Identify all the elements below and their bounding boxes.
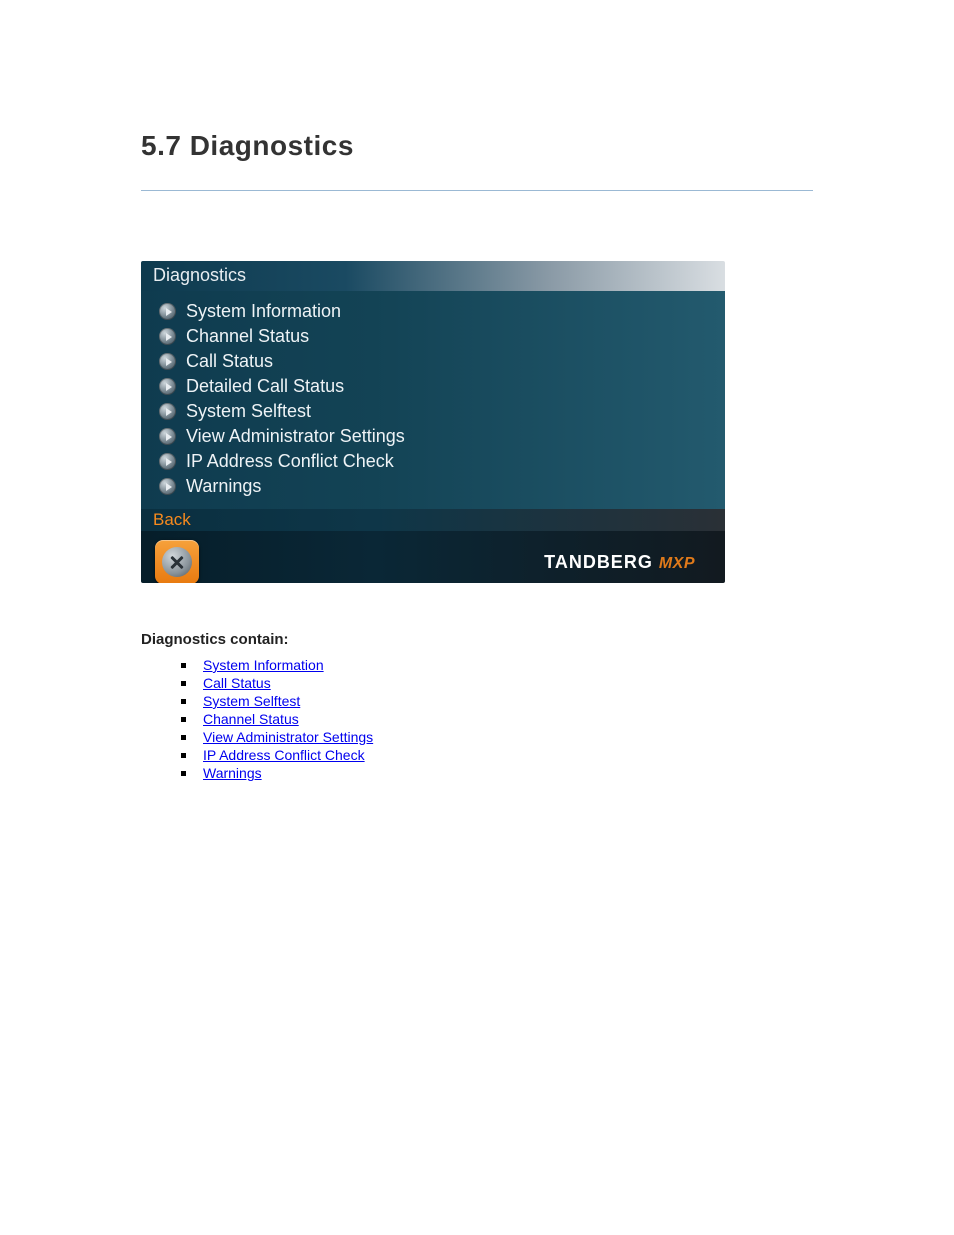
menu-item-warnings[interactable]: Warnings xyxy=(159,474,725,499)
list-item: Channel Status xyxy=(181,710,813,728)
document-page: 5.7 Diagnostics Diagnostics System Infor… xyxy=(0,0,954,1235)
menu-item-view-administrator-settings[interactable]: View Administrator Settings xyxy=(159,424,725,449)
play-icon xyxy=(159,328,176,345)
link-ip-address-conflict-check[interactable]: IP Address Conflict Check xyxy=(203,747,365,763)
horizontal-rule xyxy=(141,190,813,191)
panel-footer: TANDBERG MXP xyxy=(141,531,725,583)
link-call-status[interactable]: Call Status xyxy=(203,675,271,691)
menu-item-label: System Information xyxy=(186,301,341,322)
menu-item-ip-address-conflict-check[interactable]: IP Address Conflict Check xyxy=(159,449,725,474)
menu-item-call-status[interactable]: Call Status xyxy=(159,349,725,374)
play-icon xyxy=(159,453,176,470)
list-item: Warnings xyxy=(181,764,813,782)
link-warnings[interactable]: Warnings xyxy=(203,765,262,781)
brand-main: TANDBERG xyxy=(544,552,653,573)
list-item: View Administrator Settings xyxy=(181,728,813,746)
links-heading: Diagnostics contain: xyxy=(141,631,813,648)
section-heading: 5.7 Diagnostics xyxy=(141,130,813,162)
link-system-selftest[interactable]: System Selftest xyxy=(203,693,300,709)
play-icon xyxy=(159,378,176,395)
play-icon xyxy=(159,478,176,495)
list-item: IP Address Conflict Check xyxy=(181,746,813,764)
panel-title: Diagnostics xyxy=(141,261,725,291)
play-icon xyxy=(159,403,176,420)
menu-item-detailed-call-status[interactable]: Detailed Call Status xyxy=(159,374,725,399)
menu-item-label: IP Address Conflict Check xyxy=(186,451,394,472)
menu-item-label: Channel Status xyxy=(186,326,309,347)
menu-item-system-selftest[interactable]: System Selftest xyxy=(159,399,725,424)
list-item: System Selftest xyxy=(181,692,813,710)
play-icon xyxy=(159,303,176,320)
menu-item-label: View Administrator Settings xyxy=(186,426,405,447)
play-icon xyxy=(159,353,176,370)
list-item: Call Status xyxy=(181,674,813,692)
links-list: System Information Call Status System Se… xyxy=(141,656,813,782)
diagnostics-panel: Diagnostics System Information Channel S… xyxy=(141,261,725,583)
menu-item-label: System Selftest xyxy=(186,401,311,422)
link-system-information[interactable]: System Information xyxy=(203,657,324,673)
menu-item-label: Call Status xyxy=(186,351,273,372)
back-bar-label: Back xyxy=(141,509,725,531)
menu-item-label: Warnings xyxy=(186,476,261,497)
menu-item-system-information[interactable]: System Information xyxy=(159,299,725,324)
menu-item-label: Detailed Call Status xyxy=(186,376,344,397)
play-icon xyxy=(159,428,176,445)
menu-item-channel-status[interactable]: Channel Status xyxy=(159,324,725,349)
brand-sub: MXP xyxy=(659,555,695,573)
list-item: System Information xyxy=(181,656,813,674)
link-view-administrator-settings[interactable]: View Administrator Settings xyxy=(203,729,373,745)
link-channel-status[interactable]: Channel Status xyxy=(203,711,299,727)
panel-body: System Information Channel Status Call S… xyxy=(141,291,725,509)
close-icon xyxy=(162,547,192,577)
back-button[interactable] xyxy=(155,540,199,583)
brand: TANDBERG MXP xyxy=(544,552,695,573)
